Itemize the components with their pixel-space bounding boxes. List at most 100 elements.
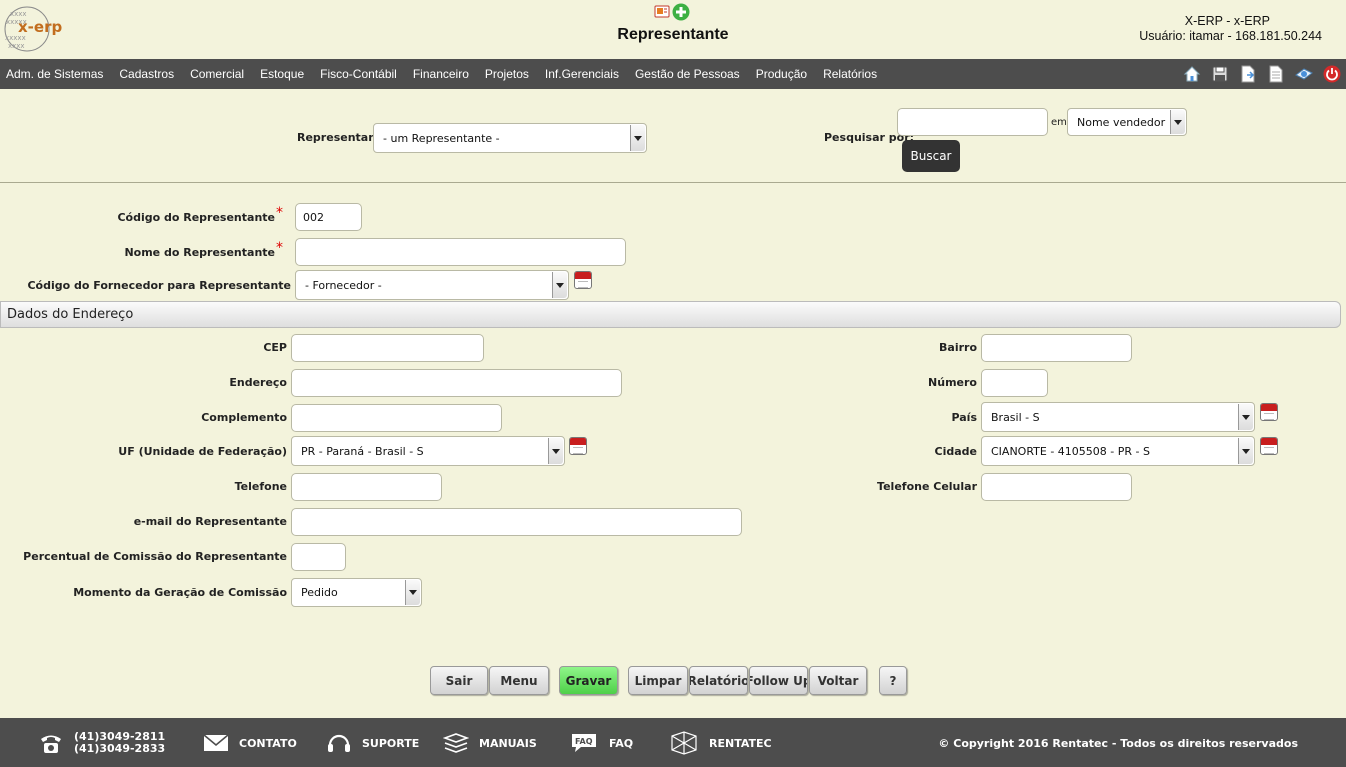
address-section-title: Dados do Endereço (7, 307, 134, 322)
divider (0, 182, 1346, 183)
faq-icon: FAQ (569, 731, 599, 755)
calendar-icon[interactable] (1260, 437, 1278, 455)
svg-text:xxxx: xxxx (10, 10, 27, 18)
menu-financeiro[interactable]: Financeiro (405, 67, 477, 81)
chevron-down-icon (630, 125, 645, 151)
headset-icon (326, 731, 352, 755)
momento-select[interactable]: Pedido (291, 578, 422, 607)
telefone-label: Telefone (234, 480, 287, 493)
telefone-input[interactable] (291, 473, 442, 501)
chevron-down-icon (548, 438, 563, 464)
books-icon (443, 731, 469, 755)
menu-cadastros[interactable]: Cadastros (111, 67, 182, 81)
gravar-button[interactable]: Gravar (559, 666, 618, 695)
nome-label: Nome do Representante* (124, 240, 283, 260)
voltar-button[interactable]: Voltar (809, 666, 867, 695)
calendar-icon[interactable] (1260, 403, 1278, 421)
add-icon[interactable] (672, 3, 690, 21)
codigo-input[interactable]: 002 (295, 203, 362, 231)
rentatec-icon (669, 731, 699, 755)
codigo-value: 002 (303, 210, 324, 224)
menu-fisco-contabil[interactable]: Fisco-Contábil (312, 67, 405, 81)
menu-gestao-pessoas[interactable]: Gestão de Pessoas (627, 67, 748, 81)
codigo-label-text: Código do Representante (117, 211, 275, 224)
chevron-down-icon (1238, 404, 1253, 430)
footer-rentatec[interactable]: RENTATEC (669, 729, 772, 757)
uf-select[interactable]: PR - Paraná - Brasil - S (291, 436, 565, 466)
buscar-button[interactable]: Buscar (902, 140, 960, 172)
cep-input[interactable] (291, 334, 484, 362)
calendar-icon[interactable] (574, 271, 592, 289)
complemento-input[interactable] (291, 404, 502, 432)
limpar-button[interactable]: Limpar (628, 666, 688, 695)
help-button[interactable]: ? (879, 666, 907, 695)
chevron-down-icon (1170, 110, 1185, 134)
footer-suporte[interactable]: SUPORTE (326, 729, 419, 757)
menu-inf-gerenciais[interactable]: Inf.Gerenciais (537, 67, 627, 81)
follow-up-button[interactable]: Follow Up (749, 666, 808, 695)
home-icon[interactable] (1181, 64, 1202, 84)
menu-projetos[interactable]: Projetos (477, 67, 537, 81)
suporte-link: SUPORTE (362, 736, 420, 750)
bairro-input[interactable] (981, 334, 1132, 362)
footer-phones: (41)3049-2811 (41)3049-2833 (38, 729, 165, 757)
cep-label: CEP (263, 341, 287, 354)
complemento-label: Complemento (201, 411, 287, 424)
presentation-icon[interactable] (654, 3, 670, 19)
document-icon[interactable] (1265, 64, 1286, 84)
percentual-input[interactable] (291, 543, 346, 571)
pais-label: País (951, 411, 977, 424)
menu-producao[interactable]: Produção (748, 67, 815, 81)
envelope-icon (203, 731, 229, 755)
menu-relatorios[interactable]: Relatórios (815, 67, 885, 81)
address-section-header[interactable]: Dados do Endereço (0, 301, 1341, 328)
relatorio-button[interactable]: Relatório (689, 666, 748, 695)
fornecedor-select[interactable]: - Fornecedor - (295, 270, 569, 300)
phone-2: (41)3049-2833 (74, 742, 166, 755)
celular-label: Telefone Celular (877, 480, 977, 493)
fornecedor-select-value: - Fornecedor - (305, 278, 382, 292)
cidade-label: Cidade (934, 445, 977, 458)
celular-input[interactable] (981, 473, 1132, 501)
system-name: X-ERP - x-ERP (1184, 14, 1270, 28)
endereco-label: Endereço (229, 376, 287, 389)
power-icon[interactable] (1321, 64, 1342, 84)
faq-link: FAQ (609, 736, 634, 750)
fornecedor-label: Código do Fornecedor para Representante (27, 279, 291, 292)
menu-comercial[interactable]: Comercial (182, 67, 252, 81)
menu-adm-sistemas[interactable]: Adm. de Sistemas (0, 67, 111, 81)
nome-input[interactable] (295, 238, 626, 266)
bairro-label: Bairro (939, 341, 977, 354)
representante-select[interactable]: - um Representante - (373, 123, 647, 153)
footer: (41)3049-2811 (41)3049-2833 CONTATO SUPO… (0, 718, 1346, 767)
uf-label: UF (Unidade de Federação) (118, 445, 287, 458)
momento-label: Momento da Geração de Comissão (73, 586, 287, 599)
pais-select[interactable]: Brasil - S (981, 402, 1255, 432)
calendar-icon[interactable] (569, 437, 587, 455)
numero-input[interactable] (981, 369, 1048, 397)
cidade-select[interactable]: CIANORTE - 4105508 - PR - S (981, 436, 1255, 466)
required-mark: * (276, 240, 283, 256)
search-input[interactable] (897, 108, 1048, 136)
search-field-value: Nome vendedor (1077, 115, 1166, 129)
save-icon[interactable] (1209, 64, 1230, 84)
footer-manuais[interactable]: MANUAIS (443, 729, 537, 757)
cidade-select-value: CIANORTE - 4105508 - PR - S (991, 444, 1150, 458)
footer-faq[interactable]: FAQ FAQ (569, 729, 633, 757)
export-icon[interactable] (1237, 64, 1258, 84)
print-icon[interactable] (1293, 64, 1314, 84)
user-label: Usuário: itamar - 168.181.50.244 (1139, 29, 1322, 43)
footer-contato[interactable]: CONTATO (203, 729, 297, 757)
menu-button[interactable]: Menu (489, 666, 549, 695)
header: xxxx xxxxx xxxxx xxxx x-erp Representant… (0, 0, 1346, 59)
faq-icon-text: FAQ (575, 737, 593, 746)
search-field-select[interactable]: Nome vendedor (1067, 108, 1187, 136)
nome-label-text: Nome do Representante (124, 246, 275, 259)
endereco-input[interactable] (291, 369, 622, 397)
required-mark: * (276, 205, 283, 221)
momento-select-value: Pedido (301, 586, 338, 599)
email-input[interactable] (291, 508, 742, 536)
sair-button[interactable]: Sair (430, 666, 488, 695)
manuais-link: MANUAIS (479, 736, 537, 750)
menu-estoque[interactable]: Estoque (252, 67, 312, 81)
